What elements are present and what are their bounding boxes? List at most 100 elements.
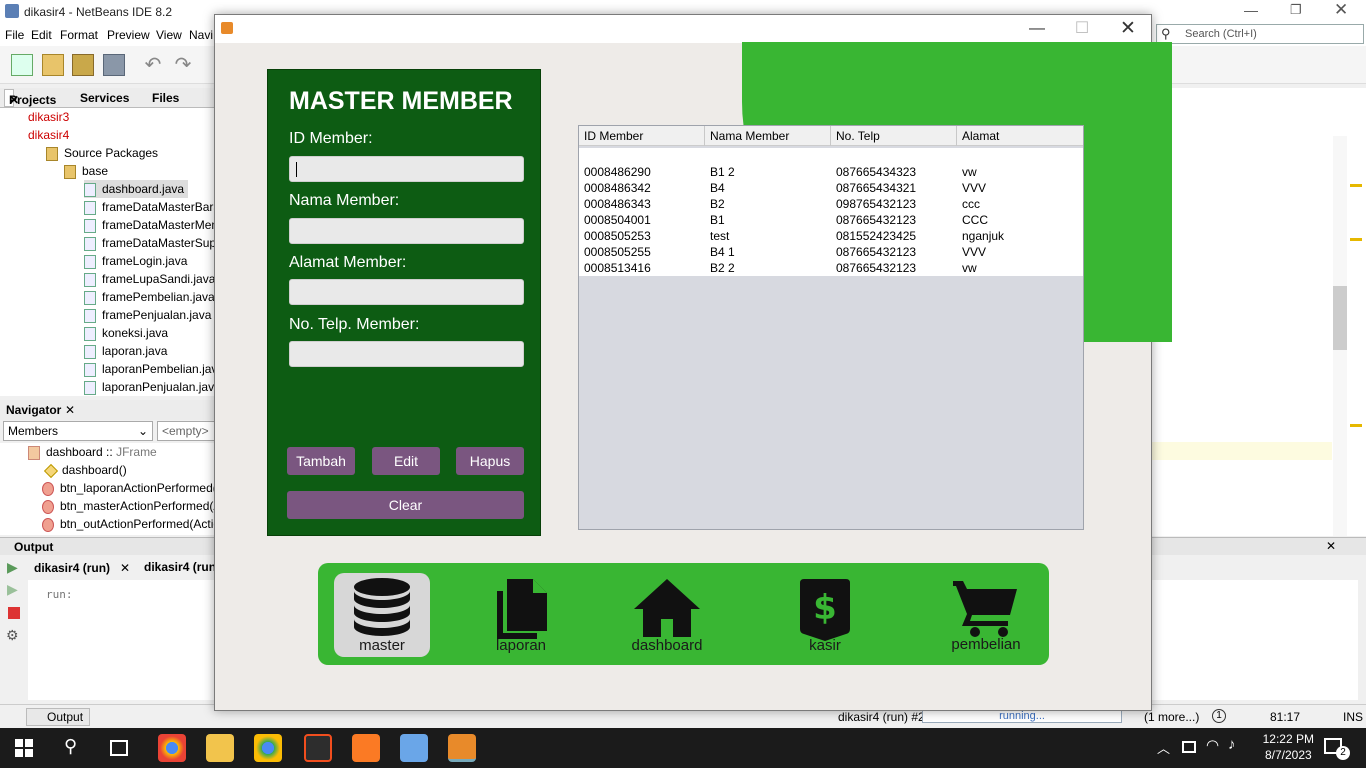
menu-edit[interactable]: Edit	[31, 28, 52, 42]
system-clock[interactable]: 12:22 PM 8/7/2023	[1263, 731, 1314, 763]
nav-item[interactable]: dashboard()	[43, 461, 127, 479]
maximize-icon[interactable]: ☐	[1072, 19, 1092, 39]
rerun-icon[interactable]: ▶	[7, 559, 18, 576]
new-project-icon[interactable]	[42, 54, 64, 76]
column-header-nama[interactable]: Nama Member	[705, 126, 831, 146]
member-table[interactable]: ID Member Nama Member No. Telp Alamat 00…	[578, 125, 1084, 530]
close-icon[interactable]: ✕	[120, 561, 130, 575]
minimize-icon[interactable]: —	[1027, 19, 1047, 39]
column-header-id[interactable]: ID Member	[579, 126, 705, 146]
menu-navigate[interactable]: Navi	[189, 28, 213, 42]
navigator-filter-select[interactable]: <empty>	[157, 421, 215, 441]
tree-file-item[interactable]: frameDataMasterMemb	[84, 216, 228, 234]
progress-bar[interactable]: running...	[922, 709, 1122, 723]
tree-file-item[interactable]: framePenjualan.java	[84, 306, 211, 324]
tree-source-packages[interactable]: Source Packages	[46, 144, 158, 162]
table-row[interactable]: 0008513416 B2 2 087665432123 vw	[579, 260, 1083, 276]
tree-file-item[interactable]: frameLupaSandi.java	[84, 270, 215, 288]
tree-project-dikasir4[interactable]: dikasir4	[28, 126, 69, 144]
column-header-alamat[interactable]: Alamat	[957, 126, 1083, 146]
menu-file[interactable]: File	[5, 28, 24, 42]
clear-button[interactable]: Clear	[287, 491, 524, 519]
wifi-icon[interactable]: ◠	[1206, 736, 1219, 754]
tree-file-item[interactable]: frameDataMasterSuppl	[84, 234, 225, 252]
open-project-icon[interactable]	[72, 54, 94, 76]
table-row[interactable]: 0008504001 B1 087665432123 CCC	[579, 212, 1083, 228]
tree-file-item[interactable]: dashboard.java	[84, 180, 189, 198]
nama-member-input[interactable]	[289, 218, 524, 244]
tab-projects[interactable]: Projects ✕	[4, 89, 56, 107]
column-header-telp[interactable]: No. Telp	[831, 126, 957, 146]
nav-laporan-button[interactable]: laporan	[473, 573, 569, 657]
nav-root[interactable]: dashboard :: JFrame	[28, 443, 157, 461]
java-app-icon[interactable]	[448, 734, 476, 762]
table-row[interactable]: 0008486342 B4 087665434321 VVV	[579, 180, 1083, 196]
table-row[interactable]	[579, 148, 1083, 164]
restore-icon[interactable]: ❐	[1290, 2, 1302, 18]
chrome-profile-icon[interactable]	[254, 734, 282, 762]
telp-member-input[interactable]	[289, 341, 524, 367]
ide-search-input[interactable]: ⚲ Search (Ctrl+I)	[1156, 24, 1364, 44]
redo-icon[interactable]: ↷	[172, 54, 194, 76]
tab-files[interactable]: Files	[152, 91, 179, 105]
chevron-up-icon[interactable]: ︿	[1157, 738, 1170, 757]
windows-start-icon[interactable]	[15, 739, 33, 757]
scrollbar-thumb[interactable]	[1333, 286, 1347, 350]
search-icon[interactable]: ⚲	[64, 736, 77, 757]
nav-item[interactable]: btn_laporanActionPerformed(A	[42, 479, 225, 497]
table-row[interactable]: 0008505255 B4 1 087665432123 VVV	[579, 244, 1083, 260]
file-explorer-icon[interactable]	[206, 734, 234, 762]
xampp-icon[interactable]	[352, 734, 380, 762]
settings-icon[interactable]: ⚙	[6, 627, 19, 644]
battery-icon[interactable]	[1182, 741, 1196, 753]
hapus-button[interactable]: Hapus	[456, 447, 524, 475]
chrome-icon[interactable]	[158, 734, 186, 762]
close-icon[interactable]: ✕	[1118, 19, 1138, 39]
close-icon[interactable]: ✕	[65, 403, 75, 417]
rerun-with-icon[interactable]: ▶	[7, 581, 18, 598]
close-icon[interactable]: ✕	[1326, 539, 1336, 553]
nav-kasir-button[interactable]: $ kasir	[777, 573, 873, 657]
id-member-input[interactable]	[289, 156, 524, 182]
new-file-icon[interactable]	[11, 54, 33, 76]
tree-package-base[interactable]: base	[64, 162, 108, 180]
edit-button[interactable]: Edit	[372, 447, 440, 475]
table-row[interactable]: 0008505253 test 081552423425 nganjuk	[579, 228, 1083, 244]
close-icon[interactable]: ✕	[1334, 0, 1348, 20]
table-row[interactable]: 0008486343 B2 098765432123 ccc	[579, 196, 1083, 212]
more-tasks[interactable]: (1 more...)	[1144, 710, 1199, 724]
menu-preview[interactable]: Preview	[107, 28, 150, 42]
nav-pembelian-button[interactable]: pembelian	[938, 573, 1034, 657]
stop-icon[interactable]	[8, 607, 20, 619]
tree-file-item[interactable]: framePembelian.java	[84, 288, 215, 306]
navigator-members-select[interactable]: Members ⌄	[3, 421, 153, 441]
nav-item[interactable]: btn_masterActionPerformed(Ac	[42, 497, 227, 515]
output-status-button[interactable]: Output	[26, 708, 91, 726]
tambah-button[interactable]: Tambah	[287, 447, 355, 475]
tree-file-item[interactable]: laporanPenjualan.java	[84, 378, 221, 396]
table-row[interactable]: 0008486290 B1 2 087665434323 vw	[579, 164, 1083, 180]
volume-icon[interactable]: ♪	[1228, 736, 1236, 753]
tree-file-item[interactable]: laporan.java	[84, 342, 167, 360]
netbeans-taskbar-icon[interactable]	[400, 734, 428, 762]
alamat-member-input[interactable]	[289, 279, 524, 305]
notification-badge[interactable]: 1	[1212, 709, 1226, 723]
figma-icon[interactable]	[304, 734, 332, 762]
nav-dashboard-button[interactable]: dashboard	[619, 573, 715, 657]
nav-item[interactable]: btn_outActionPerformed(Actio	[42, 515, 220, 533]
tab-output-run[interactable]: dikasir4 (run)	[34, 561, 110, 575]
save-all-icon[interactable]	[103, 54, 125, 76]
tree-project-dikasir3[interactable]: dikasir3	[28, 108, 69, 126]
close-icon[interactable]: ✕	[9, 93, 19, 107]
task-view-icon[interactable]	[110, 740, 128, 756]
menu-view[interactable]: View	[156, 28, 182, 42]
undo-icon[interactable]: ↶	[142, 54, 164, 76]
tree-file-item[interactable]: laporanPembelian.java	[84, 360, 224, 378]
menu-format[interactable]: Format	[60, 28, 98, 42]
minimize-icon[interactable]: —	[1244, 2, 1258, 18]
tab-services[interactable]: Services	[80, 91, 129, 105]
tree-file-item[interactable]: frameDataMasterBaran	[84, 198, 227, 216]
tab-output-run-2[interactable]: dikasir4 (run	[144, 560, 216, 574]
tree-file-item[interactable]: koneksi.java	[84, 324, 168, 342]
tree-file-item[interactable]: frameLogin.java	[84, 252, 187, 270]
